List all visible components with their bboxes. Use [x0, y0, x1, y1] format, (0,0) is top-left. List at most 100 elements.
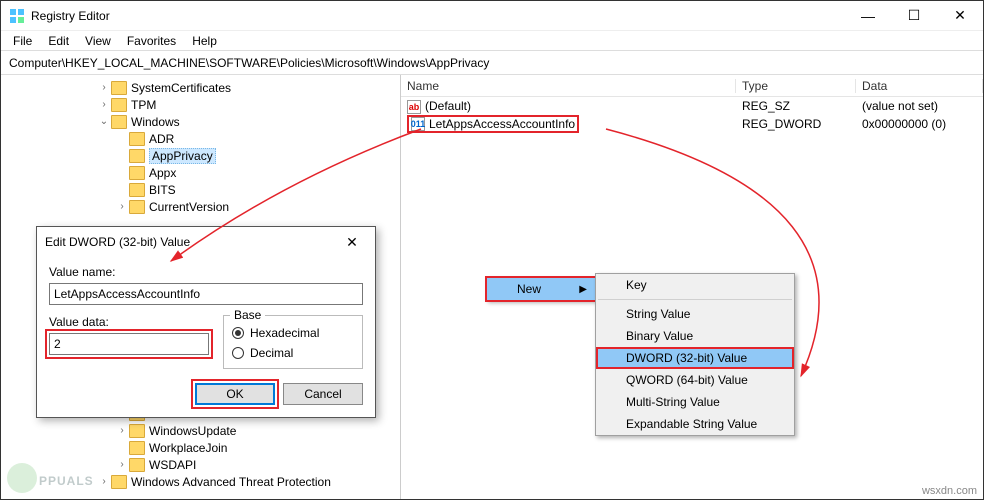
radio-icon	[232, 327, 244, 339]
value-data-input[interactable]	[49, 333, 209, 355]
dialog-close-button[interactable]: ✕	[337, 234, 367, 251]
tree-item[interactable]: BITS	[1, 181, 400, 198]
folder-icon	[129, 200, 145, 214]
tree-item[interactable]: ⌄Windows	[1, 113, 400, 130]
tree-item[interactable]: › TPM	[1, 96, 400, 113]
list-row[interactable]: 011 LetAppsAccessAccountInfo REG_DWORD0x00…	[401, 115, 983, 133]
menu-bar: File Edit View Favorites Help	[1, 31, 983, 51]
value-icon: 011	[411, 117, 425, 131]
tree-item[interactable]: › SystemCertificates	[1, 79, 400, 96]
chevron-icon: ›	[97, 82, 111, 93]
folder-icon	[129, 149, 145, 163]
value-data-label: Value data:	[49, 315, 209, 329]
radio-hex[interactable]: Hexadecimal	[232, 326, 354, 340]
menu-view[interactable]: View	[77, 32, 119, 50]
value-name-input[interactable]	[49, 283, 363, 305]
ctx-key[interactable]: Key	[596, 274, 794, 296]
radio-icon	[232, 347, 244, 359]
tree-label: TPM	[131, 98, 156, 112]
folder-icon	[129, 183, 145, 197]
menu-edit[interactable]: Edit	[40, 32, 77, 50]
address-path: Computer\HKEY_LOCAL_MACHINE\SOFTWARE\Pol…	[9, 56, 489, 70]
address-bar[interactable]: Computer\HKEY_LOCAL_MACHINE\SOFTWARE\Pol…	[1, 51, 983, 75]
ctx-separator	[598, 299, 792, 300]
close-button[interactable]: ✕	[937, 1, 983, 31]
list-body: ab(Default)REG_SZ(value not set)011LetAp…	[401, 97, 983, 133]
cell-name: 011 LetAppsAccessAccountInfo	[401, 115, 736, 133]
ctx-string[interactable]: String Value	[596, 303, 794, 325]
tree-item[interactable]: WorkplaceJoin	[1, 439, 400, 456]
brand-watermark: PPUALS	[7, 460, 94, 493]
minimize-button[interactable]: —	[845, 1, 891, 31]
tree-item[interactable]: Appx	[1, 164, 400, 181]
mascot-icon	[7, 463, 37, 493]
cell-name: ab (Default)	[401, 99, 736, 114]
tree-label: CurrentVersion	[149, 200, 229, 214]
list-row[interactable]: ab(Default)REG_SZ(value not set)	[401, 97, 983, 115]
col-type[interactable]: Type	[736, 79, 856, 93]
tree-label: WindowsUpdate	[149, 424, 236, 438]
ctx-dword[interactable]: DWORD (32-bit) Value	[596, 347, 794, 369]
app-icon	[9, 8, 25, 24]
folder-icon	[111, 98, 127, 112]
edit-dword-dialog: Edit DWORD (32-bit) Value ✕ Value name: …	[36, 226, 376, 418]
ctx-qword[interactable]: QWORD (64-bit) Value	[596, 369, 794, 391]
tree-label: AppPrivacy	[149, 148, 216, 164]
col-data[interactable]: Data	[856, 79, 983, 93]
cell-data: 0x00000000 (0)	[856, 117, 983, 131]
ctx-expand[interactable]: Expandable String Value	[596, 413, 794, 435]
folder-icon	[111, 115, 127, 129]
cell-data: (value not set)	[856, 99, 983, 113]
folder-icon	[129, 458, 145, 472]
tree-label: Appx	[149, 166, 176, 180]
ok-button[interactable]: OK	[195, 383, 275, 405]
value-name: LetAppsAccessAccountInfo	[429, 117, 575, 131]
context-menu-new[interactable]: New ▶	[486, 277, 596, 301]
chevron-icon: ›	[115, 459, 129, 470]
site-watermark: wsxdn.com	[922, 485, 977, 497]
cancel-button[interactable]: Cancel	[283, 383, 363, 405]
window-title: Registry Editor	[31, 9, 845, 23]
dialog-titlebar: Edit DWORD (32-bit) Value ✕	[37, 227, 375, 257]
base-legend: Base	[230, 308, 265, 322]
chevron-icon: ›	[115, 425, 129, 436]
tree-label: Windows	[131, 115, 180, 129]
base-group: Base Hexadecimal Decimal	[223, 315, 363, 369]
chevron-icon: ›	[97, 476, 111, 487]
folder-icon	[129, 441, 145, 455]
tree-label: WorkplaceJoin	[149, 441, 227, 455]
folder-icon	[129, 166, 145, 180]
value-name: (Default)	[425, 99, 471, 113]
tree-item[interactable]: › WindowsUpdate	[1, 422, 400, 439]
list-header: Name Type Data	[401, 75, 983, 97]
title-bar: Registry Editor — ☐ ✕	[1, 1, 983, 31]
menu-favorites[interactable]: Favorites	[119, 32, 184, 50]
tree-item[interactable]: AppPrivacy	[1, 147, 400, 164]
menu-help[interactable]: Help	[184, 32, 225, 50]
window-controls: — ☐ ✕	[845, 1, 983, 31]
maximize-button[interactable]: ☐	[891, 1, 937, 31]
ctx-multi[interactable]: Multi-String Value	[596, 391, 794, 413]
tree-label: BITS	[149, 183, 176, 197]
radio-dec[interactable]: Decimal	[232, 346, 354, 360]
value-icon: ab	[407, 100, 421, 114]
col-name[interactable]: Name	[401, 79, 736, 93]
tree-label: ADR	[149, 132, 174, 146]
chevron-icon: ›	[97, 99, 111, 110]
tree-item[interactable]: › CurrentVersion	[1, 198, 400, 215]
cell-type: REG_DWORD	[736, 117, 856, 131]
context-submenu[interactable]: Key String Value Binary Value DWORD (32-…	[595, 273, 795, 436]
folder-icon	[111, 81, 127, 95]
value-name-label: Value name:	[49, 265, 363, 279]
ctx-new-label: New	[517, 282, 541, 296]
tree-label: Windows Advanced Threat Protection	[131, 475, 331, 489]
chevron-right-icon: ▶	[579, 284, 587, 295]
chevron-icon: ›	[115, 201, 129, 212]
tree-label: SystemCertificates	[131, 81, 231, 95]
dialog-body: Value name: Value data: Base Hexadecimal…	[37, 257, 375, 417]
ctx-new-item[interactable]: New ▶	[487, 278, 595, 300]
menu-file[interactable]: File	[5, 32, 40, 50]
tree-label: WSDAPI	[149, 458, 196, 472]
ctx-binary[interactable]: Binary Value	[596, 325, 794, 347]
tree-item[interactable]: ADR	[1, 130, 400, 147]
